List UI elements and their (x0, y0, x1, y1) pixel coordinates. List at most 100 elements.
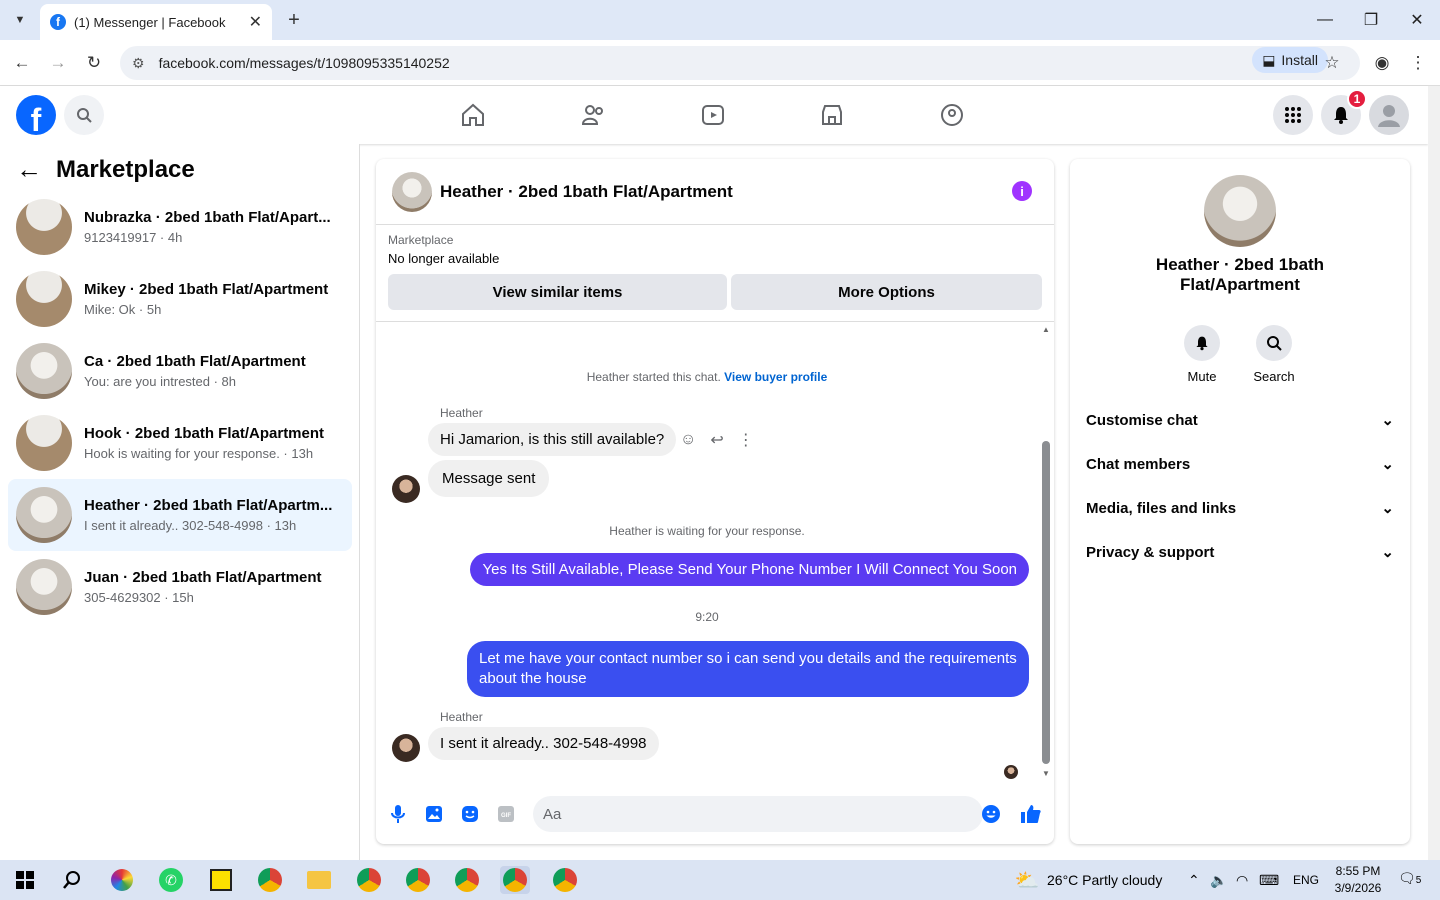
menu-grid-button[interactable] (1273, 95, 1313, 135)
view-similar-button[interactable]: View similar items (388, 274, 727, 310)
incoming-message[interactable]: I sent it already.. 302-548-4998 (428, 727, 659, 760)
close-window-button[interactable]: ✕ (1394, 0, 1440, 40)
scroll-down-icon[interactable]: ▼ (1042, 769, 1050, 778)
friends-icon[interactable] (578, 100, 608, 130)
outgoing-message[interactable]: Yes Its Still Available, Please Send You… (470, 553, 1029, 586)
home-icon[interactable] (458, 100, 488, 130)
forward-button[interactable]: → (44, 49, 72, 77)
conversation-item[interactable]: Mikey · 2bed 1bath Flat/Apartment Mike: O… (8, 263, 352, 335)
language-indicator[interactable]: ENG (1293, 873, 1319, 887)
chrome-icon[interactable] (550, 866, 580, 894)
conversation-item-active[interactable]: Heather · 2bed 1bath Flat/Apartm... I sen… (8, 479, 352, 551)
emoji-icon[interactable] (980, 803, 1002, 825)
conversation-item[interactable]: Nubrazka · 2bed 1bath Flat/Apart... 91234… (8, 191, 352, 263)
profile-icon[interactable]: ◉ (1368, 49, 1396, 77)
section-label: Chat members (1086, 455, 1191, 473)
heather-avatar[interactable] (392, 475, 420, 503)
browser-tab[interactable]: f (1) Messenger | Facebook ✕ (40, 4, 272, 40)
install-app-button[interactable]: ⬓ Install (1252, 47, 1328, 73)
keyboard-icon[interactable]: ⌨ (1259, 872, 1279, 889)
incoming-message[interactable]: Message sent (428, 460, 550, 497)
chevron-up-icon[interactable]: ⌃ (1188, 872, 1200, 889)
bookmark-star-icon[interactable]: ☆ (1318, 49, 1346, 77)
photo-icon[interactable] (423, 803, 445, 825)
mute-action[interactable]: Mute (1172, 325, 1232, 384)
tab-search-button[interactable]: ▼ (8, 8, 32, 32)
conversation-item[interactable]: Juan · 2bed 1bath Flat/Apartment 305-4629… (8, 551, 352, 623)
listing-thumbnail (16, 559, 72, 615)
svg-text:GIF: GIF (501, 813, 511, 819)
new-tab-button[interactable]: + (282, 6, 306, 34)
chat-thumbnail (392, 171, 432, 212)
chat-header[interactable]: Heather · 2bed 1bath Flat/Apartment i (376, 159, 1054, 225)
sticker-icon[interactable] (459, 803, 481, 825)
conversation-title: Hook · 2bed 1bath Flat/Apartment (84, 425, 325, 442)
conversation-title: Mikey · 2bed 1bath Flat/Apartment (84, 281, 329, 298)
chrome-icon-active[interactable] (500, 866, 530, 894)
close-tab-icon[interactable]: ✕ (249, 12, 262, 32)
like-thumb-icon[interactable] (1020, 803, 1042, 825)
heather-avatar[interactable] (392, 734, 420, 762)
more-actions-icon[interactable]: ⋮ (738, 430, 754, 450)
view-buyer-profile-link[interactable]: View buyer profile (724, 370, 827, 384)
account-avatar[interactable] (1369, 95, 1409, 135)
restore-button[interactable]: ❐ (1348, 0, 1394, 40)
chrome-icon[interactable] (403, 866, 433, 894)
gif-icon[interactable]: GIF (495, 803, 517, 825)
notification-center-icon[interactable]: 🗨5 (1398, 870, 1421, 887)
conversation-item[interactable]: Hook · 2bed 1bath Flat/Apartment Hook is … (8, 407, 352, 479)
video-icon[interactable] (698, 100, 728, 130)
search-icon[interactable] (57, 866, 87, 894)
sticky-notes-icon[interactable] (206, 866, 236, 894)
whatsapp-icon[interactable]: ✆ (156, 866, 186, 894)
search-action[interactable]: Search (1244, 325, 1304, 384)
chevron-down-icon: ⌄ (1381, 544, 1394, 561)
customise-chat-section[interactable]: Customise chat ⌄ (1086, 398, 1394, 442)
voice-clip-icon[interactable] (387, 803, 409, 825)
sidebar-header: ← Marketplace (16, 154, 195, 185)
scroll-thumb[interactable] (1042, 441, 1050, 764)
clock-date: 3/9/2026 (1334, 881, 1382, 895)
color-app-icon[interactable] (107, 866, 137, 894)
url-bar[interactable]: ⚙ facebook.com/messages/t/10980953351402… (120, 46, 1360, 80)
back-arrow-icon[interactable]: ← (16, 154, 42, 185)
chrome-icon[interactable] (255, 866, 285, 894)
site-info-icon[interactable]: ⚙ (132, 55, 145, 72)
notifications-button[interactable]: 1 (1321, 89, 1367, 135)
page-scrollbar[interactable] (1428, 86, 1440, 860)
wifi-icon[interactable]: ◠ (1236, 872, 1248, 889)
reload-button[interactable]: ↻ (80, 49, 108, 77)
search-icon (77, 108, 92, 123)
info-icon[interactable]: i (1012, 181, 1032, 201)
weather-cloud-icon[interactable]: ⛅ (1012, 866, 1042, 894)
reply-icon[interactable]: ↩ (710, 430, 723, 450)
conversation-item[interactable]: Ca · 2bed 1bath Flat/Apartment You: are y… (8, 335, 352, 407)
conversation-preview: You: are you intrested · 8h (84, 374, 237, 389)
facebook-search-button[interactable] (64, 95, 104, 135)
browser-menu-icon[interactable]: ⋮ (1404, 49, 1432, 77)
speaker-icon[interactable]: 🔈 (1210, 872, 1227, 889)
react-emoji-icon[interactable]: ☺ (680, 431, 696, 449)
windows-start-icon[interactable] (10, 866, 40, 894)
incoming-message[interactable]: Hi Jamarion, is this still available? (428, 423, 677, 456)
weather-text[interactable]: 26°C Partly cloudy (1047, 872, 1162, 888)
clock[interactable]: 8:55 PM 3/9/2026 (1330, 863, 1386, 897)
file-explorer-icon[interactable] (304, 866, 334, 894)
more-options-button[interactable]: More Options (731, 274, 1042, 310)
groups-icon[interactable] (937, 100, 967, 130)
scroll-up-icon[interactable]: ▲ (1042, 325, 1050, 334)
message-input[interactable]: Aa (533, 796, 983, 832)
facebook-logo[interactable]: f (16, 95, 56, 135)
chat-members-section[interactable]: Chat members ⌄ (1086, 442, 1394, 486)
marketplace-icon[interactable] (817, 100, 847, 130)
outgoing-message[interactable]: Let me have your contact number so i can… (467, 641, 1029, 697)
chat-scrollbar[interactable]: ▲ ▼ (1042, 325, 1050, 778)
conversation-preview: 305-4629302 · 15h (84, 590, 194, 605)
back-button[interactable]: ← (8, 49, 36, 77)
privacy-support-section[interactable]: Privacy & support ⌄ (1086, 530, 1394, 574)
chrome-icon[interactable] (452, 866, 482, 894)
bell-icon (1184, 325, 1220, 361)
chrome-icon[interactable] (354, 866, 384, 894)
minimize-button[interactable]: — (1302, 0, 1348, 40)
media-files-section[interactable]: Media, files and links ⌄ (1086, 486, 1394, 530)
